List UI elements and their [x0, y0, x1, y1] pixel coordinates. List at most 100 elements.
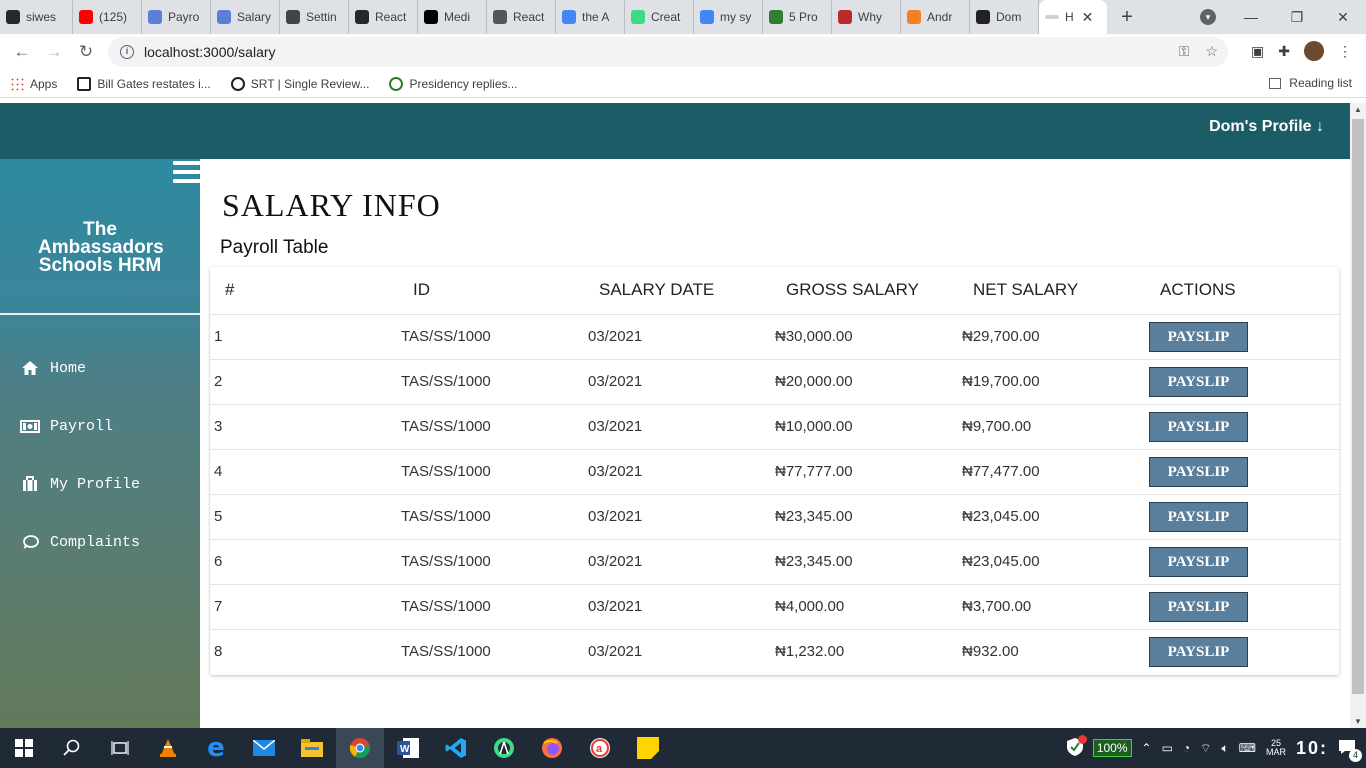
- search-icon[interactable]: [48, 728, 96, 768]
- row-number-cell: 5: [210, 494, 397, 540]
- task-view-icon[interactable]: [96, 728, 144, 768]
- reading-list[interactable]: Reading list: [1269, 76, 1352, 90]
- profile-menu-link[interactable]: Dom's Profile ↓: [1209, 118, 1324, 136]
- profile-avatar[interactable]: [1304, 41, 1324, 61]
- scroll-up-icon[interactable]: ▲: [1350, 105, 1366, 114]
- bookmark-apps[interactable]: Apps: [0, 76, 67, 91]
- tab-label: Salary: [237, 10, 272, 24]
- payslip-button[interactable]: PAYSLIP: [1149, 456, 1248, 487]
- browser-tab[interactable]: 5 Pro: [763, 0, 832, 34]
- show-hidden-icons-icon[interactable]: ⌃: [1142, 741, 1152, 755]
- column-header: SALARY DATE: [584, 267, 771, 315]
- payslip-button[interactable]: PAYSLIP: [1149, 546, 1248, 577]
- tab-label: React: [375, 10, 407, 24]
- payslip-button[interactable]: PAYSLIP: [1149, 636, 1248, 667]
- tab-favicon-icon: [355, 10, 369, 24]
- extensions-puzzle-icon[interactable]: ✚: [1278, 43, 1290, 60]
- browser-tab[interactable]: Andr: [901, 0, 970, 34]
- browser-tab[interactable]: siwes: [0, 0, 73, 34]
- app-a-icon[interactable]: a: [576, 728, 624, 768]
- scroll-down-icon[interactable]: ▼: [1350, 717, 1366, 726]
- tray-date[interactable]: 25 MAR: [1266, 739, 1286, 757]
- browser-tab[interactable]: Dom: [970, 0, 1039, 34]
- notification-count-badge: 4: [1349, 748, 1362, 762]
- browser-tab[interactable]: (125): [73, 0, 142, 34]
- network-icon[interactable]: ◔: [1183, 741, 1190, 755]
- mail-icon[interactable]: [240, 728, 288, 768]
- back-icon[interactable]: ←: [6, 42, 38, 62]
- page-scrollbar[interactable]: ▲ ▼: [1350, 103, 1366, 728]
- minimize-icon[interactable]: —: [1228, 9, 1274, 25]
- bookmark-star-icon[interactable]: ☆: [1205, 43, 1218, 60]
- reload-icon[interactable]: ↻: [70, 42, 102, 62]
- payslip-button[interactable]: PAYSLIP: [1149, 411, 1248, 442]
- volume-icon[interactable]: 🔈︎: [1221, 741, 1228, 756]
- vscode-icon[interactable]: [432, 728, 480, 768]
- browser-tab[interactable]: Medi: [418, 0, 487, 34]
- sidebar-item-complaints[interactable]: Complaints: [0, 513, 200, 571]
- bookmark-item[interactable]: SRT | Single Review...: [221, 76, 380, 91]
- bookmark-item[interactable]: Bill Gates restates i...: [67, 76, 220, 91]
- extension-icon[interactable]: ▣: [1251, 43, 1264, 60]
- browser-tab[interactable]: Why: [832, 0, 901, 34]
- gross-salary-cell: ₦1,232.00: [775, 643, 845, 661]
- sidebar-item-home[interactable]: Home: [0, 339, 200, 397]
- payslip-button[interactable]: PAYSLIP: [1149, 501, 1248, 532]
- tab-label: Andr: [927, 10, 953, 24]
- browser-tab[interactable]: Creat: [625, 0, 694, 34]
- tab-favicon-icon: [838, 10, 852, 24]
- net-salary-cell: ₦23,045.00: [958, 494, 1145, 540]
- word-icon[interactable]: W: [384, 728, 432, 768]
- tab-favicon-icon: [148, 10, 162, 24]
- forward-icon[interactable]: →: [38, 42, 70, 62]
- sidebar-item-my-profile[interactable]: My Profile: [0, 455, 200, 513]
- reading-list-label: Reading list: [1289, 76, 1352, 90]
- payslip-button[interactable]: PAYSLIP: [1149, 321, 1248, 352]
- bookmark-item[interactable]: Presidency replies...: [379, 76, 527, 91]
- tray-clock[interactable]: 10:: [1296, 738, 1328, 759]
- firefox-icon[interactable]: [528, 728, 576, 768]
- tab-favicon-icon: [286, 10, 300, 24]
- site-info-icon[interactable]: i: [120, 45, 134, 59]
- payslip-button[interactable]: PAYSLIP: [1149, 366, 1248, 397]
- key-icon[interactable]: ⚿: [1179, 43, 1190, 60]
- battery-icon[interactable]: ▭: [1162, 741, 1173, 755]
- browser-tab[interactable]: Settin: [280, 0, 349, 34]
- chrome-icon[interactable]: [336, 728, 384, 768]
- vlc-icon[interactable]: [144, 728, 192, 768]
- close-window-icon[interactable]: ✕: [1320, 9, 1366, 26]
- browser-tab[interactable]: React: [349, 0, 418, 34]
- edge-icon[interactable]: e: [192, 728, 240, 768]
- wifi-icon[interactable]: ⌔: [1200, 741, 1211, 756]
- column-header: GROSS SALARY: [771, 267, 958, 315]
- new-tab-button[interactable]: +: [1107, 6, 1147, 29]
- browser-tab[interactable]: Payro: [142, 0, 211, 34]
- tab-active[interactable]: H ✕: [1039, 0, 1107, 34]
- payslip-button[interactable]: PAYSLIP: [1149, 591, 1248, 622]
- hamburger-menu-icon[interactable]: [173, 161, 200, 185]
- row-number-cell: 8: [214, 643, 223, 661]
- file-explorer-icon[interactable]: [288, 728, 336, 768]
- restore-icon[interactable]: ❐: [1274, 9, 1320, 26]
- start-windows-icon[interactable]: [0, 728, 48, 768]
- sidebar-item-payroll[interactable]: Payroll: [0, 397, 200, 455]
- browser-tab[interactable]: my sy: [694, 0, 763, 34]
- browser-tab[interactable]: the A: [556, 0, 625, 34]
- tab-favicon-icon: [79, 10, 93, 24]
- tab-label: my sy: [720, 10, 752, 24]
- tab-close-icon[interactable]: ✕: [1082, 9, 1094, 26]
- browser-tab[interactable]: Salary: [211, 0, 280, 34]
- gross-salary-cell: ₦23,345.00: [771, 494, 958, 540]
- scrollbar-thumb[interactable]: [1352, 119, 1364, 694]
- defender-shield-icon[interactable]: [1066, 734, 1087, 759]
- tab-search-icon[interactable]: ▾: [1200, 9, 1216, 25]
- browser-tab[interactable]: React: [487, 0, 556, 34]
- address-bar[interactable]: i localhost:3000/salary ⚿ ☆: [108, 37, 1228, 67]
- keyboard-icon[interactable]: ⌨: [1239, 741, 1256, 755]
- action-center-icon[interactable]: 4: [1338, 739, 1362, 762]
- menu-kebab-icon[interactable]: ⋮: [1338, 43, 1352, 60]
- window-controls: — ❐ ✕: [1228, 0, 1366, 34]
- sticky-notes-icon[interactable]: [624, 728, 672, 768]
- battery-indicator[interactable]: 100%: [1092, 739, 1132, 757]
- android-studio-icon[interactable]: [480, 728, 528, 768]
